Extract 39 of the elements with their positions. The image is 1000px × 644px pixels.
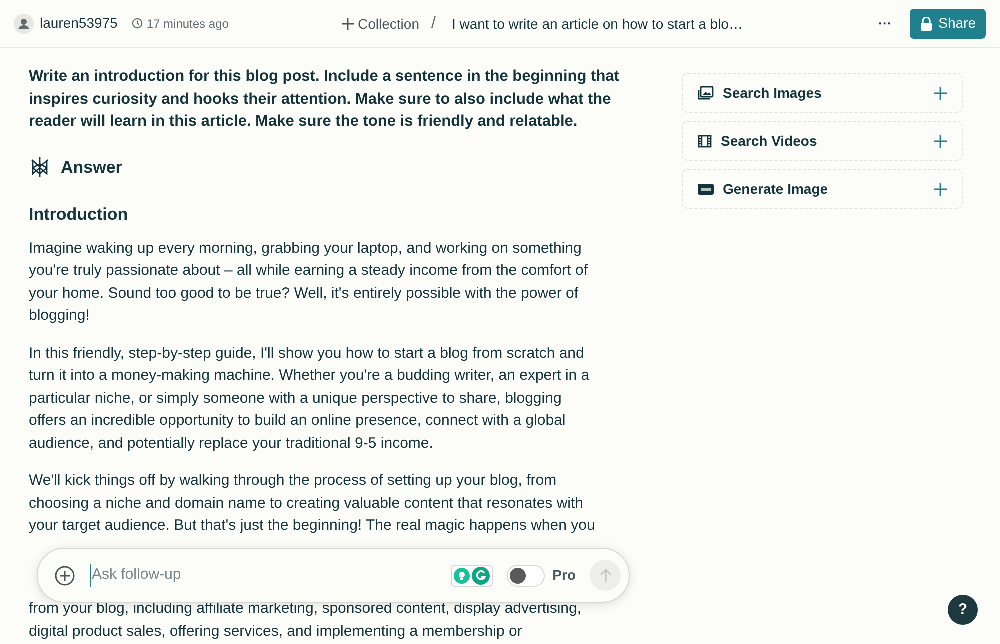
logo-icon xyxy=(29,156,51,178)
grammar-icon xyxy=(472,566,490,584)
pro-toggle[interactable] xyxy=(506,564,545,586)
section-heading: Introduction xyxy=(29,204,130,226)
sidebar-label: Generate Image xyxy=(723,180,828,199)
plus-icon[interactable] xyxy=(934,86,947,100)
thread-title: I want to write an article on how to start a blo… xyxy=(452,14,743,34)
clock-icon xyxy=(132,18,143,29)
sidebar-card[interactable]: Generate Image xyxy=(682,169,963,209)
follow-up-input[interactable]: Ask follow-up xyxy=(90,564,451,587)
extension-badge[interactable] xyxy=(450,564,493,586)
question-text: Write an introduction for this blog post. Include a sentence in the beginning that inspires curiosity and hooks their attention. Make sure to also include what the reader will learn in this article. Make sure the tone is friendly and relatable. xyxy=(29,67,620,132)
arrow-up-icon xyxy=(600,568,612,582)
add-icon[interactable] xyxy=(54,564,76,586)
collection-button[interactable]: Collection xyxy=(342,14,420,34)
paragraph: In this friendly, step-by-step guide, I'll show you how to start a blog from scratch and turn it into a money-making machine. Whether you're a budding writer, an expert in a particular niche, or simply someone with a unique perspective to share, blogging offers an incredible opportunity to build an online presence, connect with a global audience, and potentially replace your traditional 9-5 income. xyxy=(29,344,591,454)
film-icon xyxy=(698,134,712,148)
plus-icon xyxy=(342,18,354,30)
sidebar-label: Search Videos xyxy=(721,132,818,150)
lock-icon xyxy=(920,16,933,30)
breadcrumb-separator: / xyxy=(431,14,436,34)
sidebar-label: Search Images xyxy=(723,84,822,103)
username[interactable]: lauren53975 xyxy=(40,13,118,34)
plus-icon[interactable] xyxy=(934,182,947,196)
help-button[interactable]: ? xyxy=(948,595,978,625)
share-button[interactable]: Share xyxy=(910,8,986,38)
paragraph: We'll kick things off by walking through the process of setting up your blog, from choosing a niche and domain name to creating valuable content that resonates with your target audience. But that's just the beginning! The real magic happens when you xyxy=(29,471,596,536)
more-button[interactable]: ··· xyxy=(874,14,896,34)
sidebar-card[interactable]: Search Images xyxy=(682,73,963,113)
avatar-icon[interactable] xyxy=(14,14,34,34)
image-icon xyxy=(698,86,714,100)
pro-label: Pro xyxy=(552,566,576,585)
bulb-icon xyxy=(454,568,470,584)
answer-label: Answer xyxy=(61,156,122,178)
sidebar-card[interactable]: Search Videos xyxy=(682,121,963,161)
paragraph: Imagine waking up every morning, grabbing your laptop, and working on something you're truly passionate about – all while earning a steady income from the comfort of your home. Sound too good to be true? Well, it's entirely possible with the power of blogging! xyxy=(29,238,589,326)
timestamp: 17 minutes ago xyxy=(146,16,229,32)
plus-icon[interactable] xyxy=(934,134,947,148)
paragraph: from your blog, including affiliate marketing, sponsored content, display advertising, digital product sales, offering services, and implementing a membership or xyxy=(29,598,583,642)
